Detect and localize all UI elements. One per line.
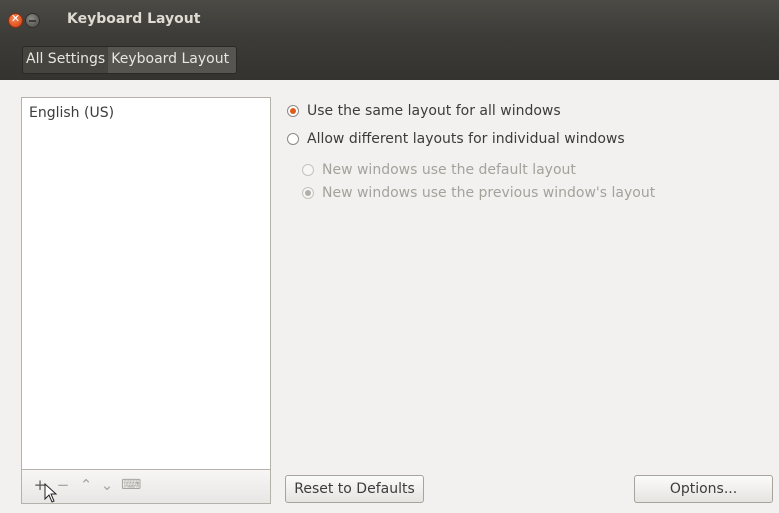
keyboard-preview-button[interactable]: ⌨ [121,476,141,494]
radio-new-previous[interactable]: New windows use the previous window's la… [302,185,655,201]
radio-same-layout-indicator[interactable] [287,105,299,117]
reset-to-defaults-button[interactable]: Reset to Defaults [285,475,424,503]
list-item[interactable]: English (US) [29,105,114,121]
close-icon: ✕ [10,12,21,25]
move-up-button[interactable]: ⌃ [77,476,95,494]
radio-new-default[interactable]: New windows use the default layout [302,162,576,178]
move-down-button[interactable]: ⌄ [98,476,116,494]
layout-list-toolbar: + − ⌃ ⌄ ⌨ [21,470,271,504]
radio-same-layout[interactable]: Use the same layout for all windows [287,103,561,119]
breadcrumb-keyboard-layout[interactable]: Keyboard Layout [108,47,237,73]
minimize-button[interactable] [25,13,40,28]
options-button[interactable]: Options... [634,475,773,503]
radio-different-layouts-indicator[interactable] [287,133,299,145]
toolbar: All Settings Keyboard Layout [0,38,779,80]
mouse-pointer-icon [44,483,58,503]
minimize-icon [29,20,36,22]
radio-same-layout-label: Use the same layout for all windows [307,103,561,119]
breadcrumb-all-settings[interactable]: All Settings [23,47,108,73]
title-bar: ✕ Keyboard Layout [0,0,779,38]
radio-new-default-indicator[interactable] [302,164,314,176]
window-title: Keyboard Layout [67,11,201,27]
layout-list[interactable]: English (US) [21,97,271,470]
radio-new-previous-label: New windows use the previous window's la… [322,185,656,201]
radio-different-layouts-label: Allow different layouts for individual w… [307,131,625,147]
radio-new-previous-indicator[interactable] [302,187,314,199]
radio-new-default-label: New windows use the default layout [322,162,576,178]
radio-different-layouts[interactable]: Allow different layouts for individual w… [287,131,625,147]
close-button[interactable]: ✕ [8,12,23,28]
breadcrumb: All Settings Keyboard Layout [22,46,238,74]
